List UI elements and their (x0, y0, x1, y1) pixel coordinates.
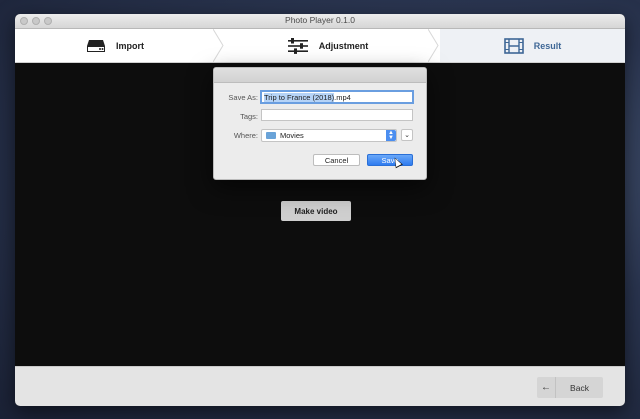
step-import[interactable]: Import (15, 29, 215, 62)
window-title: Photo Player 0.1.0 (285, 15, 355, 25)
tags-label: Tags: (240, 112, 258, 121)
step-navigation: Import Adjustment Result (15, 29, 625, 63)
where-value: Movies (280, 131, 304, 140)
dialog-header (214, 68, 426, 83)
footer-bar: ← Back (15, 366, 625, 406)
filename-extension: .mp4 (334, 93, 351, 102)
where-select[interactable]: Movies ▲ ▼ (261, 129, 397, 142)
chevron-down-icon: ⌄ (404, 132, 410, 139)
expand-dialog-button[interactable]: ⌄ (401, 129, 413, 141)
filename-input[interactable]: Trip to France (2018).mp4 (260, 90, 414, 104)
arrow-left-icon: ← (537, 377, 556, 398)
folder-icon (266, 132, 276, 139)
save-dialog: Save As: Trip to France (2018).mp4 Tags:… (213, 67, 427, 180)
drive-icon (87, 39, 105, 52)
where-label: Where: (233, 131, 258, 140)
back-button[interactable]: ← Back (537, 377, 603, 398)
filename-selection: Trip to France (2018) (264, 93, 335, 102)
sliders-icon (287, 37, 308, 54)
back-label: Back (570, 382, 589, 393)
titlebar[interactable]: Photo Player 0.1.0 (15, 14, 625, 29)
cancel-button[interactable]: Cancel (313, 154, 360, 166)
step-label: Adjustment (318, 40, 369, 51)
step-result[interactable]: Result (440, 29, 625, 62)
step-adjustment[interactable]: Adjustment (225, 29, 430, 62)
select-stepper-icon: ▲ ▼ (386, 130, 396, 141)
save-as-label: Save As: (228, 93, 258, 102)
step-label: Result (533, 40, 562, 51)
make-video-button[interactable]: Make video (281, 201, 351, 221)
save-button[interactable]: Save (367, 154, 413, 166)
step-separator (428, 29, 439, 62)
tags-input[interactable] (261, 109, 413, 121)
step-label: Import (116, 40, 144, 51)
step-separator (213, 29, 224, 62)
film-icon (503, 37, 524, 54)
